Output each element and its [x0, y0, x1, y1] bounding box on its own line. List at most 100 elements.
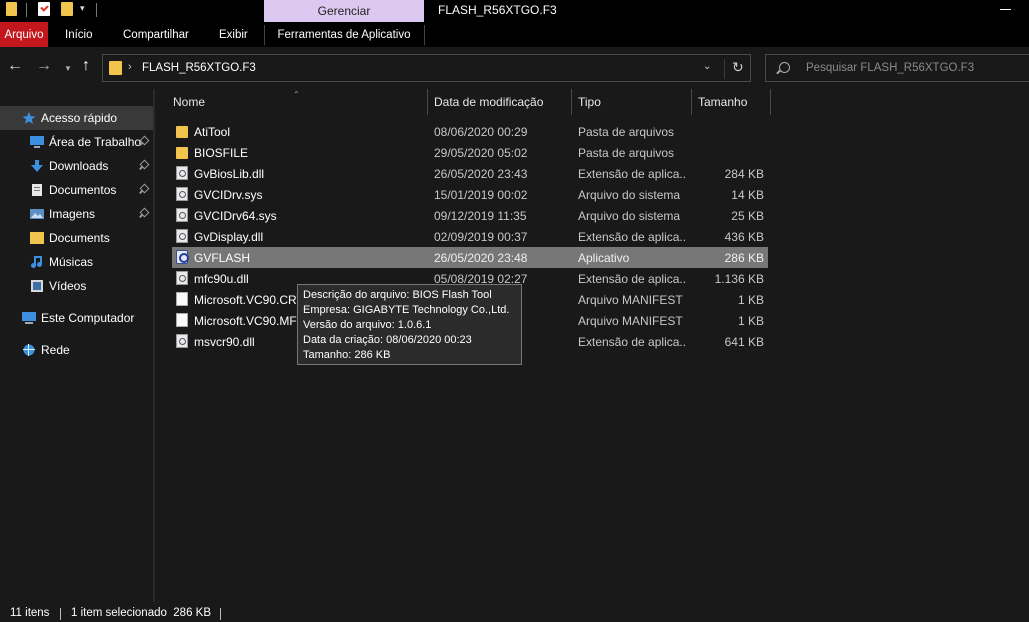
address-path[interactable]: FLASH_R56XTGO.F3: [142, 62, 256, 74]
table-row[interactable]: BIOSFILE 29/05/2020 05:02 Pasta de arqui…: [172, 142, 768, 163]
address-bar[interactable]: › FLASH_R56XTGO.F3 ⌄ ↻: [102, 54, 751, 82]
videos-icon: [31, 280, 43, 292]
music-icon: [31, 256, 42, 268]
file-size: 1 KB: [737, 314, 764, 328]
sort-arrow-icon: ⌃: [293, 90, 300, 99]
tab-exibir[interactable]: Exibir: [219, 22, 248, 47]
sidebar-item-label: Imagens: [49, 207, 96, 221]
sidebar-item-imagens[interactable]: Imagens: [0, 202, 153, 226]
sidebar-item-acesso-rapido[interactable]: Acesso rápido: [0, 106, 153, 130]
folder-icon: [30, 232, 44, 244]
tab-inicio[interactable]: Início: [65, 22, 93, 47]
sidebar-item-este-computador[interactable]: Este Computador: [0, 306, 153, 330]
tooltip-line: Tamanho: 286 KB: [303, 349, 391, 361]
file-type: Pasta de arquivos: [578, 125, 675, 139]
column-divider[interactable]: [691, 89, 692, 115]
sidebar-item-musicas[interactable]: Músicas: [0, 250, 153, 274]
column-header-size[interactable]: Tamanho: [698, 89, 747, 115]
file-size: 1.136 KB: [714, 272, 764, 286]
ribbon-tabs: Arquivo Início Compartilhar Exibir Ferra…: [0, 22, 1029, 47]
file-size: 284 KB: [724, 167, 764, 181]
file-list: ⌃ Nome Data de modificação Tipo Tamanho …: [155, 89, 1029, 602]
file-type: Arquivo MANIFEST: [578, 293, 683, 307]
file-size: 25 KB: [731, 209, 764, 223]
status-bar: 11 itens 1 item selecionado 286 KB: [0, 602, 1029, 622]
recent-locations-chevron-icon[interactable]: ▼: [64, 61, 72, 77]
tab-ferramentas-aplicativo[interactable]: Ferramentas de Aplicativo: [264, 22, 424, 47]
tooltip-line: Data da criação: 08/06/2020 00:23: [303, 334, 472, 346]
divider: [26, 3, 27, 17]
sidebar-item-rede[interactable]: Rede: [0, 338, 153, 362]
properties-icon[interactable]: [38, 2, 50, 16]
table-row-selected[interactable]: GVFLASH 26/05/2020 23:48 Aplicativo 286 …: [172, 247, 768, 268]
pin-icon[interactable]: [139, 161, 147, 169]
documents-icon: [32, 184, 42, 196]
up-arrow-icon[interactable]: ↑: [82, 58, 90, 74]
sidebar-item-label: Downloads: [49, 159, 109, 173]
dll-icon: [176, 229, 188, 243]
file-type: Pasta de arquivos: [578, 146, 675, 160]
file-type: Arquivo do sistema: [578, 188, 681, 202]
table-row[interactable]: GVCIDrv64.sys 09/12/2019 11:35 Arquivo d…: [172, 205, 768, 226]
new-folder-icon[interactable]: [61, 2, 73, 16]
sidebar-item-documents[interactable]: Documents: [0, 226, 153, 250]
file-type: Extensão de aplica...: [578, 272, 686, 286]
tab-arquivo[interactable]: Arquivo: [0, 22, 48, 47]
manage-tab[interactable]: Gerenciar: [264, 0, 424, 22]
column-header-type[interactable]: Tipo: [578, 89, 601, 115]
download-icon: [31, 160, 43, 172]
sidebar-item-videos[interactable]: Vídeos: [0, 274, 153, 298]
pin-icon[interactable]: [139, 185, 147, 193]
item-count: 11 itens: [10, 607, 50, 619]
column-divider[interactable]: [770, 89, 771, 115]
chevron-down-icon[interactable]: ⌄: [703, 61, 711, 72]
tab-compartilhar[interactable]: Compartilhar: [123, 22, 189, 47]
folder-icon[interactable]: [6, 2, 17, 16]
folder-icon: [109, 61, 122, 75]
file-size: 641 KB: [724, 335, 764, 349]
chevron-right-icon[interactable]: ›: [128, 61, 132, 73]
minimize-button[interactable]: [1000, 9, 1011, 10]
sidebar-item-downloads[interactable]: Downloads: [0, 154, 153, 178]
sidebar-item-label: Rede: [41, 343, 70, 357]
table-row[interactable]: GvBiosLib.dll 26/05/2020 23:43 Extensão …: [172, 163, 768, 184]
table-row[interactable]: GvDisplay.dll 02/09/2019 00:37 Extensão …: [172, 226, 768, 247]
manifest-icon: [176, 313, 188, 327]
sidebar-item-documentos[interactable]: Documentos: [0, 178, 153, 202]
star-icon: [22, 112, 36, 124]
search-icon: [779, 62, 790, 73]
back-arrow-icon[interactable]: ←: [7, 58, 23, 74]
file-date: 26/05/2020 23:43: [434, 167, 528, 181]
divider: [96, 3, 97, 17]
sys-icon: [176, 208, 188, 222]
file-date: 02/09/2019 00:37: [434, 230, 528, 244]
table-row[interactable]: AtiTool 08/06/2020 00:29 Pasta de arquiv…: [172, 121, 768, 142]
tooltip-line: Empresa: GIGABYTE Technology Co.,Ltd.: [303, 304, 510, 316]
file-date: 26/05/2020 23:48: [434, 251, 528, 265]
file-date: 15/01/2019 00:02: [434, 188, 528, 202]
divider: [220, 608, 221, 620]
refresh-icon[interactable]: ↻: [732, 59, 744, 76]
table-row[interactable]: GVCIDrv.sys 15/01/2019 00:02 Arquivo do …: [172, 184, 768, 205]
app-icon: [176, 250, 189, 264]
divider: [724, 59, 725, 79]
pin-icon[interactable]: [139, 137, 147, 145]
sidebar-item-area-de-trabalho[interactable]: Área de Trabalho: [0, 130, 153, 154]
selection-info: 1 item selecionado 286 KB: [71, 607, 212, 619]
column-divider[interactable]: [427, 89, 428, 115]
chevron-down-icon[interactable]: ▾: [80, 3, 85, 19]
search-input[interactable]: Pesquisar FLASH_R56XTGO.F3: [765, 54, 1029, 82]
forward-arrow-icon[interactable]: →: [36, 58, 52, 74]
pictures-icon: [30, 209, 44, 219]
column-header-name[interactable]: Nome: [173, 89, 205, 115]
pin-icon[interactable]: [139, 209, 147, 217]
file-type: Extensão de aplica...: [578, 167, 686, 181]
column-header-date[interactable]: Data de modificação: [434, 89, 543, 115]
manifest-icon: [176, 292, 188, 306]
column-divider[interactable]: [571, 89, 572, 115]
window-title: FLASH_R56XTGO.F3: [438, 3, 557, 17]
sidebar-item-label: Este Computador: [41, 311, 135, 325]
sidebar-item-label: Músicas: [49, 255, 94, 269]
computer-icon: [22, 312, 36, 324]
folder-icon: [176, 126, 188, 138]
